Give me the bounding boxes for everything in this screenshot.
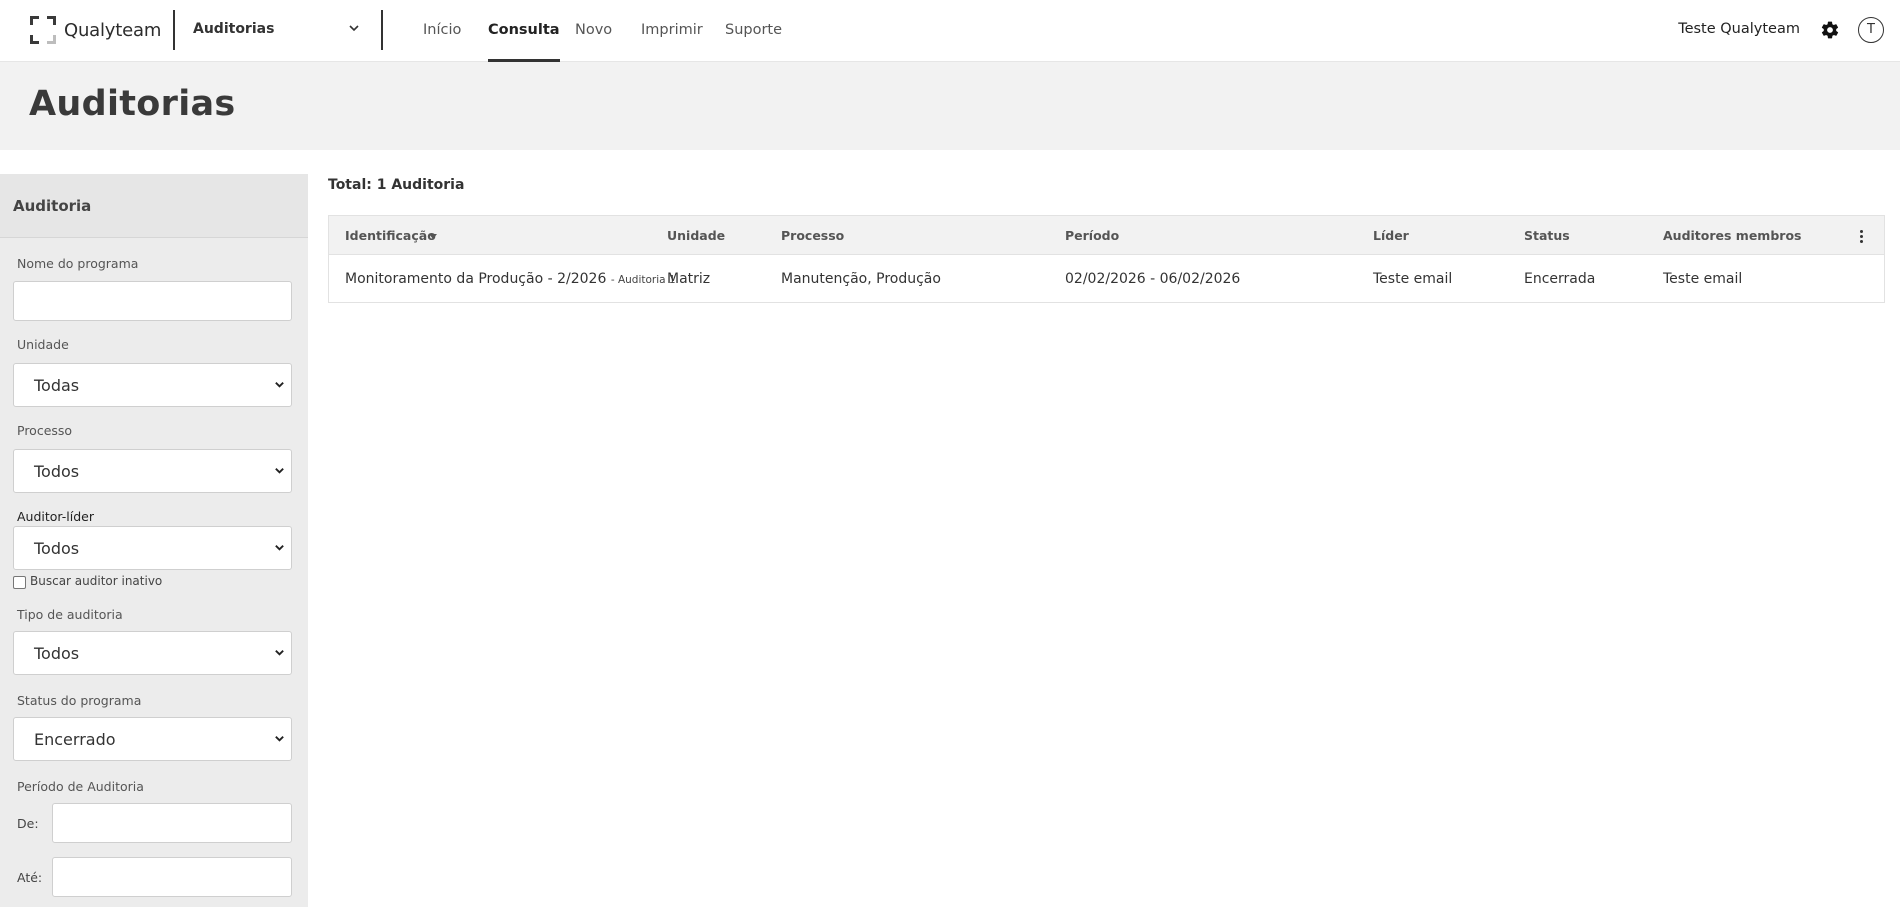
gear-icon[interactable] xyxy=(1820,20,1840,40)
unit-select[interactable]: Todas xyxy=(13,363,292,407)
date-to-label: Até: xyxy=(17,870,43,885)
results-total: Total: 1 Auditoria xyxy=(328,177,465,193)
results-table: Identificação Unidade Processo Período L… xyxy=(328,215,1885,303)
lead-auditor-label: Auditor-líder xyxy=(17,509,94,524)
audit-type-select[interactable]: Todos xyxy=(13,631,292,675)
program-status-select-value: Encerrado xyxy=(34,730,116,749)
process-label: Processo xyxy=(17,423,73,438)
lead-auditor-select[interactable]: Todos xyxy=(13,526,292,570)
col-auditores-membros[interactable]: Auditores membros xyxy=(1663,228,1801,243)
top-navbar: Qualyteam Auditorias Início Consulta Nov… xyxy=(0,0,1900,62)
cell-status: Encerrada xyxy=(1524,271,1596,287)
qualyteam-logo-icon xyxy=(30,16,56,44)
user-name[interactable]: Teste Qualyteam xyxy=(1678,21,1800,37)
table-row[interactable]: Monitoramento da Produção - 2/2026 - Aud… xyxy=(329,256,1884,304)
col-status[interactable]: Status xyxy=(1524,228,1570,243)
cell-periodo: 02/02/2026 - 06/02/2026 xyxy=(1065,271,1241,287)
inactive-auditor-label[interactable]: Buscar auditor inativo xyxy=(30,574,162,588)
cell-unidade: Matriz xyxy=(667,271,711,287)
chevron-down-icon xyxy=(275,545,284,551)
sort-desc-icon[interactable] xyxy=(429,234,437,239)
cell-lider: Teste email xyxy=(1373,271,1453,287)
audit-type-select-value: Todos xyxy=(34,644,80,663)
audit-id: Monitoramento da Produção - 2/2026 xyxy=(345,271,607,287)
chevron-down-icon xyxy=(275,382,284,388)
col-unidade[interactable]: Unidade xyxy=(667,228,725,243)
date-from-label: De: xyxy=(17,816,39,831)
module-selector-label[interactable]: Auditorias xyxy=(193,21,274,37)
cell-identificacao[interactable]: Monitoramento da Produção - 2/2026 - Aud… xyxy=(345,271,676,287)
nav-consulta[interactable]: Consulta xyxy=(488,0,560,62)
nav-inicio[interactable]: Início xyxy=(423,0,461,62)
nav-suporte[interactable]: Suporte xyxy=(725,0,782,62)
chevron-down-icon xyxy=(275,650,284,656)
audit-period-label: Período de Auditoria xyxy=(17,779,144,794)
inactive-auditor-checkbox[interactable] xyxy=(13,576,26,589)
program-name-input[interactable] xyxy=(13,281,292,321)
lead-auditor-select-value: Todos xyxy=(34,539,80,558)
program-status-select[interactable]: Encerrado xyxy=(13,717,292,761)
avatar[interactable]: T xyxy=(1858,17,1884,43)
date-to-input[interactable] xyxy=(52,857,292,897)
col-lider[interactable]: Líder xyxy=(1373,228,1409,243)
divider xyxy=(381,10,383,50)
filter-sidebar: Auditoria Nome do programa Unidade Todas… xyxy=(0,174,308,907)
nav-imprimir[interactable]: Imprimir xyxy=(641,0,703,62)
date-from-input[interactable] xyxy=(52,803,292,843)
audit-type-label: Tipo de auditoria xyxy=(17,607,123,622)
nav-novo[interactable]: Novo xyxy=(575,0,612,62)
chevron-down-icon xyxy=(275,468,284,474)
program-status-label: Status do programa xyxy=(17,693,142,708)
unit-select-value: Todas xyxy=(34,376,80,395)
app-logo[interactable]: Qualyteam xyxy=(30,16,161,44)
page-title: Auditorias xyxy=(29,84,236,124)
chevron-down-icon xyxy=(275,736,284,742)
unit-label: Unidade xyxy=(17,337,69,352)
kebab-menu-icon[interactable] xyxy=(1860,230,1864,243)
logo-text: Qualyteam xyxy=(64,19,162,41)
col-processo[interactable]: Processo xyxy=(781,228,844,243)
col-periodo[interactable]: Período xyxy=(1065,228,1119,243)
filter-title: Auditoria xyxy=(0,174,308,238)
chevron-down-icon[interactable] xyxy=(348,22,360,34)
process-select[interactable]: Todos xyxy=(13,449,292,493)
cell-auditores-membros: Teste email xyxy=(1663,271,1743,287)
process-select-value: Todos xyxy=(34,462,80,481)
table-header: Identificação Unidade Processo Período L… xyxy=(329,216,1884,255)
divider xyxy=(173,10,175,50)
cell-processo: Manutenção, Produção xyxy=(781,271,941,287)
program-name-label: Nome do programa xyxy=(17,256,139,271)
col-identificacao[interactable]: Identificação xyxy=(345,228,436,243)
audit-number: - Auditoria 1 xyxy=(610,274,676,286)
page-header: Auditorias xyxy=(0,62,1900,150)
